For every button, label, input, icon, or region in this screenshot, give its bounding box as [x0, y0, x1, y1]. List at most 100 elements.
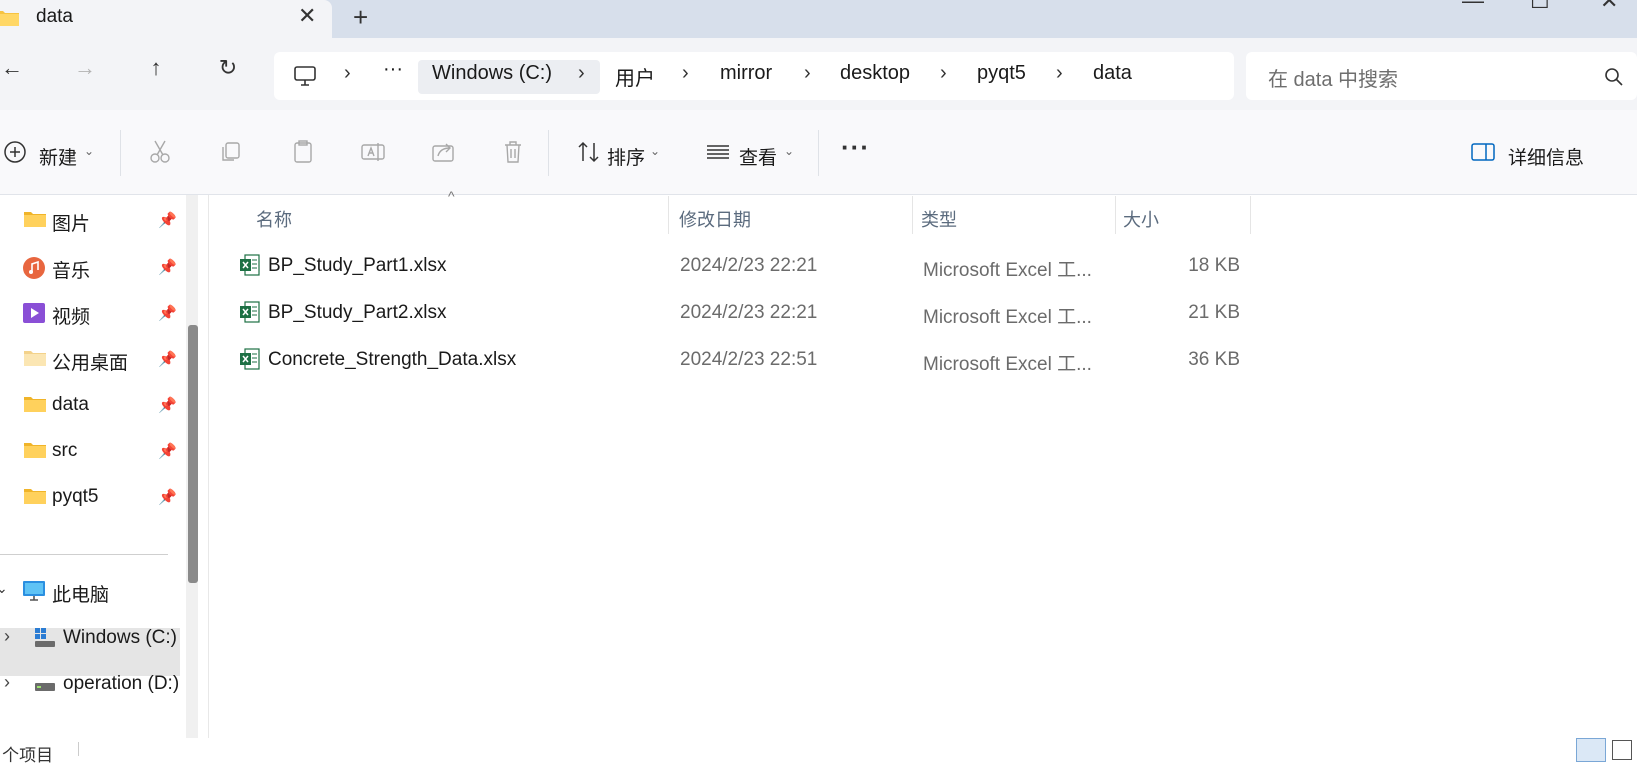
- forward-button[interactable]: →: [67, 55, 103, 81]
- sidebar-item-music[interactable]: 音乐: [52, 256, 90, 283]
- details-pane-icon[interactable]: [1468, 137, 1498, 167]
- pin-icon[interactable]: 📌: [158, 442, 177, 460]
- search-input[interactable]: 在 data 中搜索: [1268, 63, 1398, 92]
- computer-icon: [23, 581, 45, 601]
- tab-close-button[interactable]: ✕: [298, 3, 316, 29]
- separator: [78, 742, 79, 756]
- sidebar-item-pyqt5[interactable]: pyqt5: [52, 486, 98, 508]
- chevron-down-icon[interactable]: ⌄: [650, 144, 660, 158]
- pin-icon[interactable]: 📌: [158, 396, 177, 414]
- status-bar: [0, 738, 1637, 756]
- trash-icon[interactable]: [498, 137, 528, 167]
- file-name[interactable]: Concrete_Strength_Data.xlsx: [268, 349, 516, 371]
- sidebar-separator: [0, 554, 168, 555]
- sidebar-item-drive-c[interactable]: Windows (C:): [63, 627, 177, 649]
- details-view-button[interactable]: [1576, 738, 1606, 762]
- excel-file-icon: [240, 301, 260, 323]
- video-icon: [23, 303, 45, 323]
- breadcrumb-item[interactable]: Windows (C:): [432, 62, 552, 85]
- separator: [120, 130, 121, 176]
- chevron-right-icon[interactable]: ›: [4, 626, 10, 647]
- view-button[interactable]: 查看: [739, 143, 777, 170]
- separator: [548, 130, 549, 176]
- pin-icon[interactable]: 📌: [158, 488, 177, 506]
- sort-icon[interactable]: [574, 137, 604, 167]
- chevron-down-icon[interactable]: ⌄: [84, 144, 94, 158]
- paste-icon[interactable]: [288, 137, 318, 167]
- column-separator[interactable]: [912, 196, 913, 234]
- search-icon[interactable]: [1604, 67, 1624, 87]
- share-icon[interactable]: [428, 137, 458, 167]
- rename-icon[interactable]: [358, 137, 388, 167]
- sidebar-item-src[interactable]: src: [52, 440, 77, 462]
- sidebar-item-this-pc[interactable]: 此电脑: [52, 580, 109, 607]
- file-date: 2024/2/23 22:21: [680, 255, 818, 276]
- file-size: 36 KB: [1188, 349, 1240, 370]
- excel-file-icon: [240, 348, 260, 370]
- minimize-button[interactable]: —: [1462, 0, 1484, 14]
- new-button[interactable]: 新建: [39, 143, 77, 170]
- close-window-button[interactable]: ✕: [1600, 0, 1618, 14]
- column-header-name[interactable]: 名称: [256, 206, 292, 232]
- chevron-down-icon[interactable]: ⌄: [784, 144, 794, 158]
- sort-button[interactable]: 排序: [607, 143, 645, 170]
- breadcrumb-item[interactable]: mirror: [720, 62, 772, 85]
- chevron-right-icon[interactable]: ›: [578, 62, 585, 85]
- pin-icon[interactable]: 📌: [158, 350, 177, 368]
- breadcrumb-item-current[interactable]: data: [1093, 62, 1132, 85]
- refresh-button[interactable]: ↻: [210, 55, 246, 81]
- chevron-down-icon[interactable]: ⌄: [0, 580, 8, 597]
- column-separator[interactable]: [1115, 196, 1116, 234]
- monitor-icon[interactable]: [293, 64, 317, 88]
- column-separator[interactable]: [668, 196, 669, 234]
- chevron-right-icon[interactable]: ›: [804, 62, 811, 85]
- file-date: 2024/2/23 22:21: [680, 302, 818, 323]
- new-tab-button[interactable]: +: [353, 2, 368, 33]
- folder-icon: [24, 489, 46, 504]
- pin-icon[interactable]: 📌: [158, 304, 177, 322]
- pin-icon[interactable]: 📌: [158, 258, 177, 276]
- folder-icon: [0, 11, 19, 26]
- add-circle-icon[interactable]: [0, 137, 30, 167]
- file-name[interactable]: BP_Study_Part1.xlsx: [268, 255, 446, 277]
- file-type: Microsoft Excel 工...: [923, 307, 1092, 328]
- separator: [818, 130, 819, 176]
- sidebar-item-data[interactable]: data: [52, 394, 89, 416]
- chevron-right-icon[interactable]: ›: [1056, 62, 1063, 85]
- breadcrumb-item[interactable]: pyqt5: [977, 62, 1026, 85]
- sidebar-item-videos[interactable]: 视频: [52, 302, 90, 329]
- status-item-count: 3 个项目: [0, 746, 54, 765]
- file-name[interactable]: BP_Study_Part2.xlsx: [268, 302, 446, 324]
- cut-icon[interactable]: [145, 137, 175, 167]
- copy-icon[interactable]: [216, 137, 246, 167]
- maximize-button[interactable]: ☐: [1530, 0, 1550, 14]
- breadcrumb-item[interactable]: desktop: [840, 62, 910, 85]
- back-button[interactable]: ←: [0, 55, 30, 81]
- sidebar-item-public-desktop[interactable]: 公用桌面: [52, 348, 128, 375]
- sidebar-scrollbar-thumb[interactable]: [188, 325, 198, 583]
- view-list-icon[interactable]: [703, 137, 733, 167]
- chevron-right-icon[interactable]: ›: [940, 62, 947, 85]
- column-header-size[interactable]: 大小: [1123, 206, 1159, 232]
- folder-icon: [24, 443, 46, 458]
- column-header-date[interactable]: 修改日期: [679, 206, 751, 232]
- details-button[interactable]: 详细信息: [1508, 143, 1584, 170]
- breadcrumb-overflow[interactable]: ···: [383, 58, 403, 81]
- chevron-right-icon[interactable]: ›: [344, 62, 351, 85]
- sidebar-item-pictures[interactable]: 图片: [52, 209, 90, 236]
- pane-divider[interactable]: [208, 195, 209, 741]
- breadcrumb-item[interactable]: 用户: [615, 62, 655, 91]
- chevron-right-icon[interactable]: ›: [4, 672, 10, 693]
- folder-icon: [24, 212, 46, 227]
- music-icon: [23, 257, 45, 279]
- column-separator[interactable]: [1250, 196, 1251, 234]
- drive-icon: [35, 683, 55, 691]
- pin-icon[interactable]: 📌: [158, 211, 177, 229]
- more-options-button[interactable]: ···: [841, 132, 870, 163]
- chevron-right-icon[interactable]: ›: [682, 62, 689, 85]
- drive-windows-icon: [35, 628, 55, 647]
- up-button[interactable]: ↑: [138, 55, 174, 81]
- tiles-view-button[interactable]: [1612, 740, 1632, 760]
- column-header-type[interactable]: 类型: [921, 206, 957, 232]
- sidebar-item-drive-d[interactable]: operation (D:): [63, 673, 181, 695]
